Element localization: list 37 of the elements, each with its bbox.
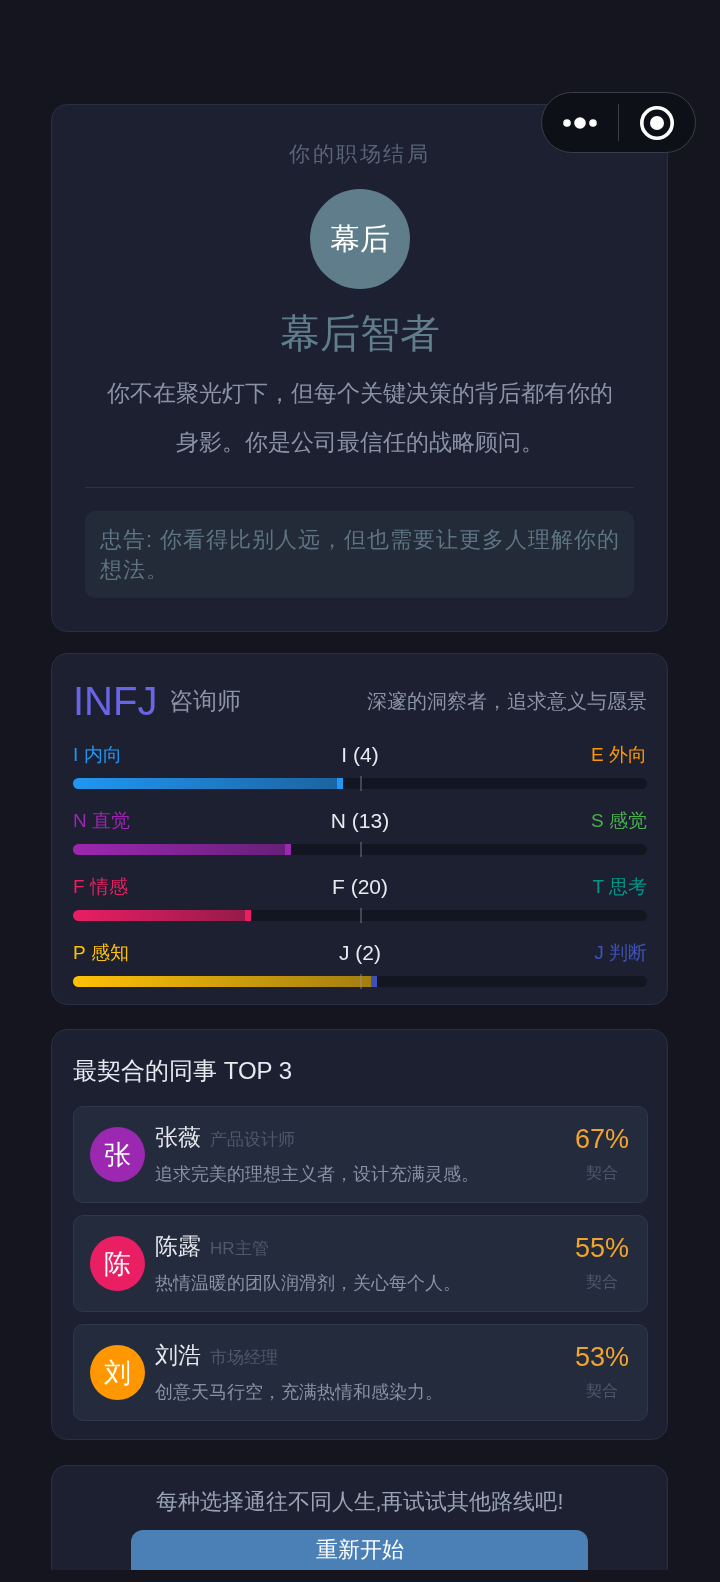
result-description: 你不在聚光灯下，但每个关键决策的背后都有你的身影。你是公司最信任的战略顾问。 (105, 379, 614, 457)
colleague-name: 陈露 (155, 1232, 201, 1261)
colleague-name: 刘浩 (155, 1341, 201, 1370)
colleague-description: 追求完美的理想主义者，设计充满灵感。 (155, 1163, 479, 1186)
colleague-description: 热情温暖的团队润滑剂，关心每个人。 (155, 1272, 461, 1295)
more-dots-icon[interactable] (563, 116, 597, 129)
avatar: 刘 (90, 1345, 145, 1400)
avatar: 张 (90, 1127, 145, 1182)
trait-label: T 思考 (592, 875, 647, 899)
match-percent: 53% (574, 1341, 629, 1372)
trait-label: N 直觉 (73, 809, 130, 833)
score-label: J (2) (339, 941, 381, 965)
score-label: F (20) (332, 875, 388, 899)
trait-label: S 感觉 (591, 809, 647, 833)
trait-label: E 外向 (591, 743, 647, 767)
score-label: N (13) (330, 809, 390, 833)
trait-label: J 判断 (594, 941, 647, 965)
restart-button[interactable]: 重新开始 (131, 1530, 588, 1570)
trait-label: F 情感 (73, 875, 128, 899)
section-title: 最契合的同事 TOP 3 (73, 1056, 294, 1086)
type-tagline: 深邃的洞察者，追求意义与愿景 (367, 688, 647, 714)
advice-note: 忠告: 你看得比别人远，但也需要让更多人理解你的想法。 (85, 511, 634, 598)
score-label: I (4) (341, 743, 379, 767)
type-code: INFJ (73, 679, 158, 723)
trait-label: I 内向 (73, 743, 122, 767)
result-heading: 你的职场结局 (289, 141, 430, 167)
result-badge: 幕后 (309, 189, 410, 289)
match-percent: 67% (574, 1123, 629, 1154)
type-name: 咨询师 (169, 686, 242, 716)
ring-dot-icon[interactable] (640, 105, 674, 140)
retry-message: 每种选择通往不同人生,再试试其他路线吧! (155, 1489, 564, 1516)
match-percent: 55% (574, 1232, 629, 1263)
avatar: 陈 (90, 1236, 145, 1291)
result-title: 幕后智者 (279, 310, 440, 357)
colleague-name: 张薇 (155, 1123, 201, 1152)
colleague-description: 创意天马行空，充满热情和感染力。 (155, 1381, 443, 1404)
trait-label: P 感知 (73, 941, 129, 965)
